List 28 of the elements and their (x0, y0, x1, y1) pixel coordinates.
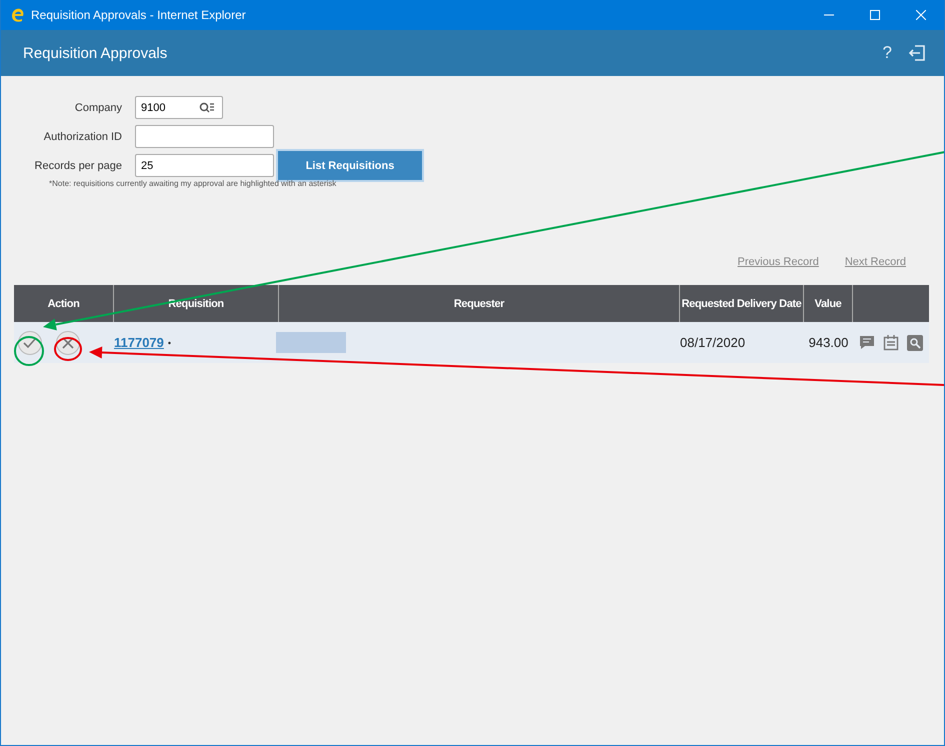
date-cell: 08/17/2020 (680, 335, 746, 350)
help-button[interactable]: ? (874, 43, 900, 63)
asterisk-marker: • (168, 338, 172, 348)
window-title: Requisition Approvals - Internet Explorer (31, 8, 247, 22)
app-title: Requisition Approvals (23, 44, 168, 62)
close-icon (916, 10, 926, 20)
lookup-icon[interactable] (199, 102, 215, 114)
note-text: *Note: requisitions currently awaiting my approval are highlighted with an asterisk (49, 179, 338, 188)
comment-icon[interactable] (859, 335, 875, 350)
input-field[interactable] (135, 125, 274, 148)
input-field[interactable]: 9100 (135, 96, 223, 119)
cross-icon (62, 336, 74, 348)
highlight-circle (54, 337, 82, 361)
search-icon[interactable] (907, 334, 923, 350)
approve-button[interactable] (18, 330, 42, 354)
field-label: Records per page (34, 160, 123, 172)
input-field[interactable]: 25 (135, 154, 274, 177)
previous-record-link[interactable]: Previous Record (738, 256, 819, 268)
browser-logo-icon (11, 7, 25, 23)
calendar-icon[interactable] (883, 334, 899, 351)
requisition-link[interactable]: 1177079 (114, 335, 164, 350)
field-label: Company (74, 102, 123, 114)
highlight-circle (14, 336, 44, 366)
maximize-icon (870, 10, 880, 20)
check-icon (23, 336, 37, 348)
next-record-link[interactable]: Next Record (844, 256, 906, 268)
field-label: Authorization ID (42, 130, 123, 142)
value-cell: 943.00 (808, 335, 848, 350)
